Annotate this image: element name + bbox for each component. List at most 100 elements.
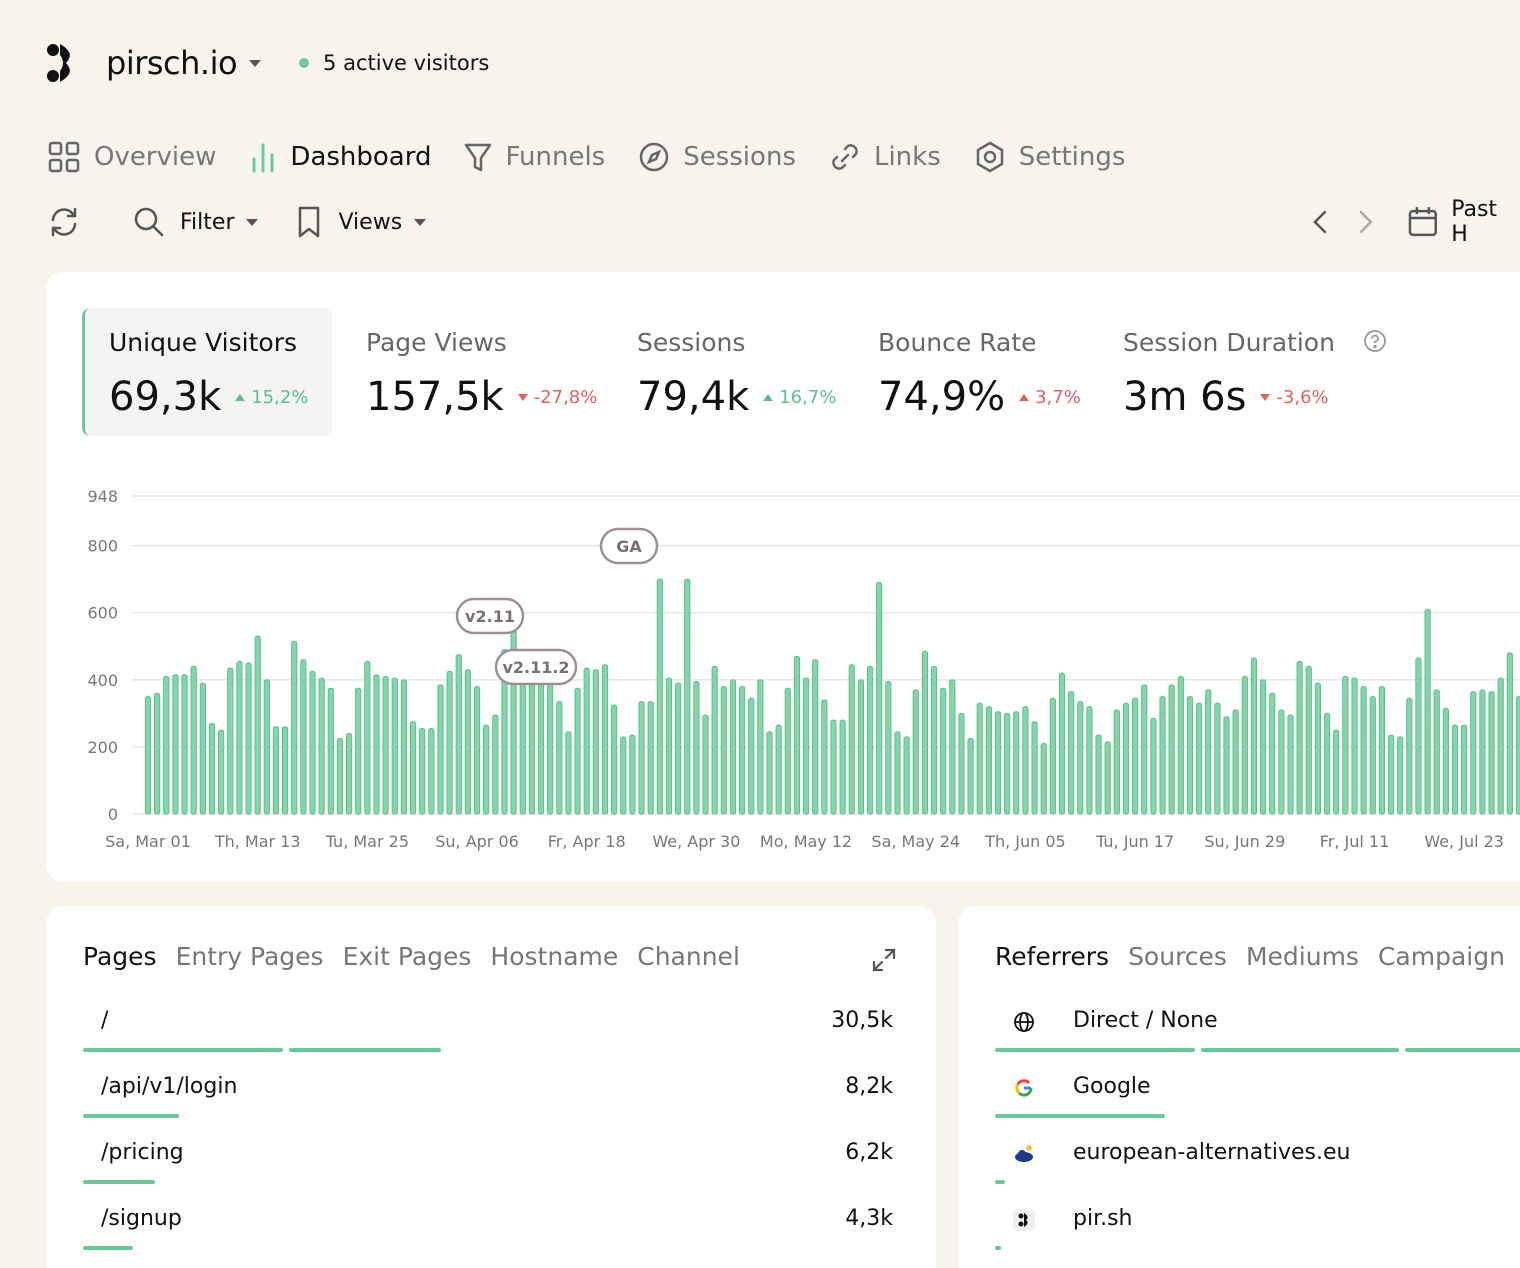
visitors-bar-chart[interactable]: 0 200 400 600 800 948 Sa, Mar 01 Th, Mar 13 Tu, … <box>46 462 1520 862</box>
chart-bar[interactable] <box>1186 696 1194 815</box>
chart-bar[interactable] <box>994 711 1002 815</box>
chart-bar[interactable] <box>1223 716 1230 815</box>
chart-bar[interactable] <box>391 677 398 815</box>
chart-bar[interactable] <box>556 701 563 815</box>
chart-bar[interactable] <box>473 686 481 815</box>
chart-bar[interactable] <box>601 664 609 815</box>
chart-bar[interactable] <box>839 719 846 815</box>
chart-bar[interactable] <box>930 665 938 815</box>
chart-bar[interactable] <box>144 696 152 815</box>
tab-mediums[interactable]: Mediums <box>1246 942 1359 971</box>
chart-bar[interactable] <box>245 662 252 815</box>
tab-hostname[interactable]: Hostname <box>490 942 618 971</box>
chart-bar[interactable] <box>1040 743 1047 815</box>
chart-bar[interactable] <box>675 682 682 815</box>
chart-bar[interactable] <box>711 665 718 815</box>
chart-bar[interactable] <box>428 727 435 815</box>
chevron-left-icon[interactable] <box>1306 204 1336 240</box>
chart-bar[interactable] <box>1387 734 1395 815</box>
chart-bar[interactable] <box>1378 686 1386 815</box>
views-button[interactable]: Views <box>294 204 427 240</box>
list-item[interactable]: /api/v1/login 8,2k <box>83 1074 893 1134</box>
chart-bar[interactable] <box>1406 697 1413 815</box>
chart-bar[interactable] <box>1232 709 1239 815</box>
chart-bar[interactable] <box>199 682 206 815</box>
chart-bar[interactable] <box>455 654 462 815</box>
chart-bar[interactable] <box>437 684 444 815</box>
chart-bar[interactable] <box>1397 736 1404 815</box>
filter-button[interactable]: Filter <box>132 204 259 240</box>
chart-bar[interactable] <box>1141 684 1148 815</box>
chart-bar[interactable] <box>309 670 316 815</box>
tab-channel[interactable]: Channel <box>637 942 740 971</box>
chart-bar[interactable] <box>1442 707 1449 815</box>
nav-settings[interactable]: Settings <box>973 139 1125 175</box>
chart-bar[interactable] <box>163 675 170 815</box>
chart-bar[interactable] <box>190 665 197 815</box>
chart-bar[interactable] <box>282 726 289 815</box>
chart-bar[interactable] <box>1122 702 1130 815</box>
chart-bar[interactable] <box>1305 665 1312 815</box>
chart-bar[interactable] <box>528 669 535 815</box>
chart-bar[interactable] <box>620 736 627 815</box>
chart-bar[interactable] <box>236 660 243 815</box>
chart-bar[interactable] <box>1314 682 1322 815</box>
chart-bar[interactable] <box>1077 701 1084 815</box>
chart-bar[interactable] <box>1132 697 1139 815</box>
tab-pages[interactable]: Pages <box>83 942 157 971</box>
metric-session-duration[interactable]: Session Duration 3m 6s -3,6% <box>1123 308 1423 436</box>
chart-bar[interactable] <box>364 660 371 815</box>
chart-bar[interactable] <box>985 706 992 815</box>
chart-bar[interactable] <box>793 655 801 815</box>
chart-bar[interactable] <box>1269 692 1276 815</box>
chart-bar[interactable] <box>976 702 983 815</box>
chart-bar[interactable] <box>1479 689 1486 815</box>
chart-bar[interactable] <box>684 578 691 815</box>
pirsch-logo-icon[interactable] <box>46 41 78 85</box>
list-item[interactable]: / 30,5k <box>83 1008 893 1068</box>
chart-bar[interactable] <box>748 697 755 815</box>
metric-sessions[interactable]: Sessions 79,4k 16,7% <box>637 308 857 436</box>
chart-bar[interactable] <box>1214 702 1221 815</box>
chart-bar[interactable] <box>1250 657 1258 815</box>
calendar-icon[interactable] <box>1406 204 1440 240</box>
chart-bar[interactable] <box>802 677 810 815</box>
chart-bar[interactable] <box>702 714 709 815</box>
expand-icon[interactable] <box>870 946 898 974</box>
chart-bar[interactable] <box>208 722 216 815</box>
chart-bar[interactable] <box>812 659 819 815</box>
chart-bar[interactable] <box>1515 696 1520 815</box>
chart-bar[interactable] <box>409 721 417 815</box>
chart-bar[interactable] <box>565 731 572 815</box>
chart-bar[interactable] <box>729 679 737 815</box>
chart-bar[interactable] <box>1424 608 1431 815</box>
chart-bar[interactable] <box>1058 672 1066 815</box>
nav-overview[interactable]: Overview <box>46 139 216 175</box>
chart-bar[interactable] <box>1004 712 1011 815</box>
chart-bar[interactable] <box>720 686 727 815</box>
chart-bar[interactable] <box>1259 679 1267 815</box>
chart-bar[interactable] <box>1488 691 1495 815</box>
chart-bar[interactable] <box>1287 714 1294 815</box>
chart-bar[interactable] <box>967 738 974 815</box>
chart-bar[interactable] <box>1323 712 1331 815</box>
chart-bar[interactable] <box>775 724 782 815</box>
chart-bar[interactable] <box>1470 691 1477 815</box>
chart-bar[interactable] <box>355 687 362 815</box>
chart-bar[interactable] <box>1278 709 1285 815</box>
chart-bar[interactable] <box>949 679 956 815</box>
chevron-right-icon[interactable] <box>1350 204 1380 240</box>
list-item[interactable]: pir.sh <box>995 1206 1520 1266</box>
list-item[interactable]: Google <box>995 1074 1520 1134</box>
tab-referrers[interactable]: Referrers <box>995 942 1109 971</box>
chart-bar[interactable] <box>611 704 618 815</box>
chart-bar[interactable] <box>1095 734 1102 815</box>
chart-bar[interactable] <box>154 692 161 815</box>
chart-bar[interactable] <box>483 724 490 815</box>
chart-bar[interactable] <box>647 701 654 815</box>
help-icon[interactable] <box>1363 329 1387 353</box>
chart-bar[interactable] <box>876 582 883 815</box>
chart-bar[interactable] <box>464 669 471 815</box>
site-selector[interactable]: pirsch.io <box>106 44 238 82</box>
chart-bar[interactable] <box>848 664 855 815</box>
